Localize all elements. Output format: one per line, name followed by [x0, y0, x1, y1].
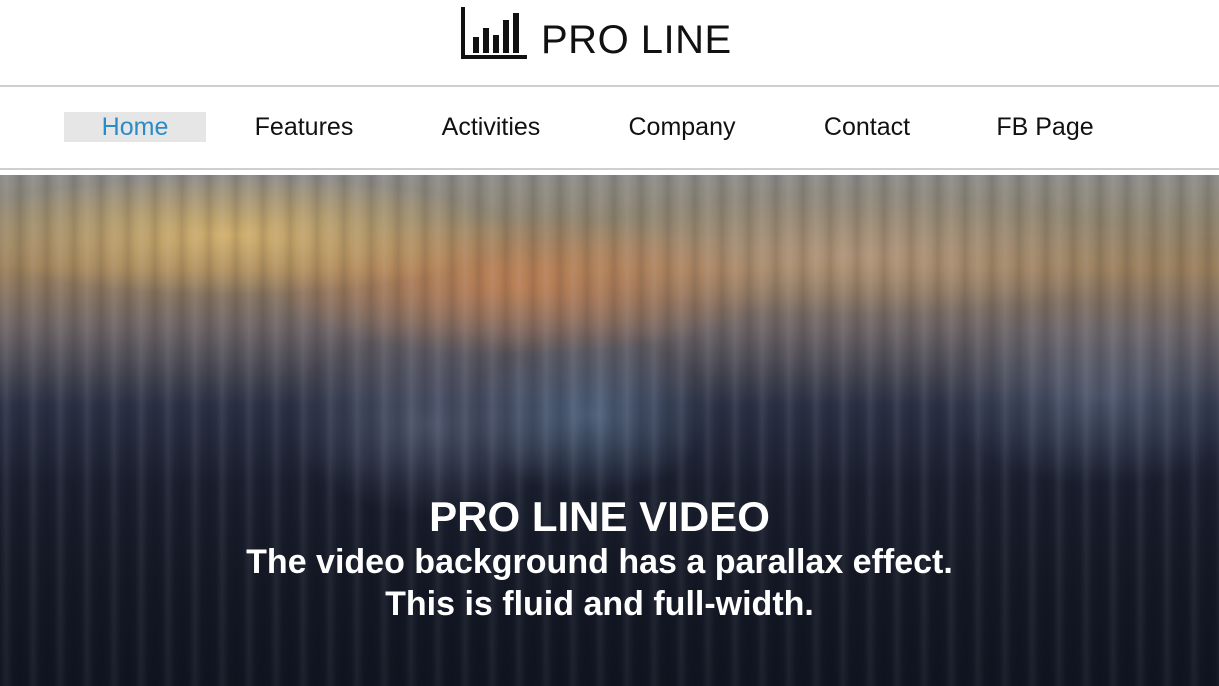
video-hero: PRO LINE VIDEO The video background has …: [0, 175, 1219, 686]
logo[interactable]: PRO LINE: [459, 7, 732, 62]
bar-chart-icon: [461, 7, 527, 59]
hero-title: PRO LINE VIDEO: [429, 493, 770, 540]
main-nav: Home Features Activities Company Contact…: [0, 87, 1219, 168]
site-header: PRO LINE: [0, 0, 1219, 85]
nav-item-home[interactable]: Home: [64, 112, 206, 142]
nav-item-features[interactable]: Features: [240, 112, 368, 142]
nav-item-company[interactable]: Company: [612, 112, 752, 142]
nav-item-contact[interactable]: Contact: [808, 112, 926, 142]
hero-line-2: This is fluid and full-width.: [385, 585, 814, 623]
hero-caption: PRO LINE VIDEO The video background has …: [0, 493, 1199, 625]
nav-divider: [0, 168, 1219, 170]
nav-item-activities[interactable]: Activities: [428, 112, 554, 142]
hero-line-1: The video background has a parallax effe…: [246, 543, 953, 581]
nav-item-fb-page[interactable]: FB Page: [982, 112, 1108, 142]
site-title: PRO LINE: [541, 18, 732, 62]
